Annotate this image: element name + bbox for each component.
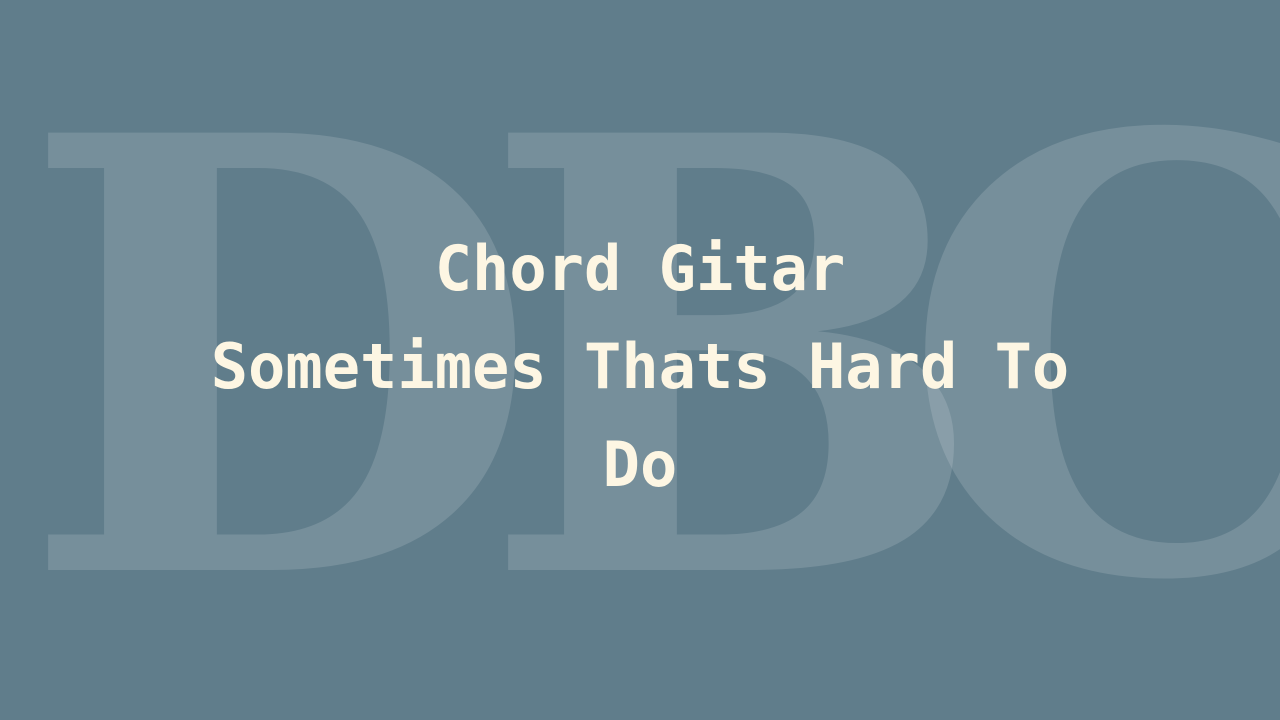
page-title: Chord Gitar Sometimes Thats Hard To Do: [140, 220, 1140, 514]
title-line-1: Chord Gitar: [434, 232, 846, 305]
title-line-3: Do: [602, 428, 678, 501]
title-line-2: Sometimes Thats Hard To: [210, 330, 1070, 403]
